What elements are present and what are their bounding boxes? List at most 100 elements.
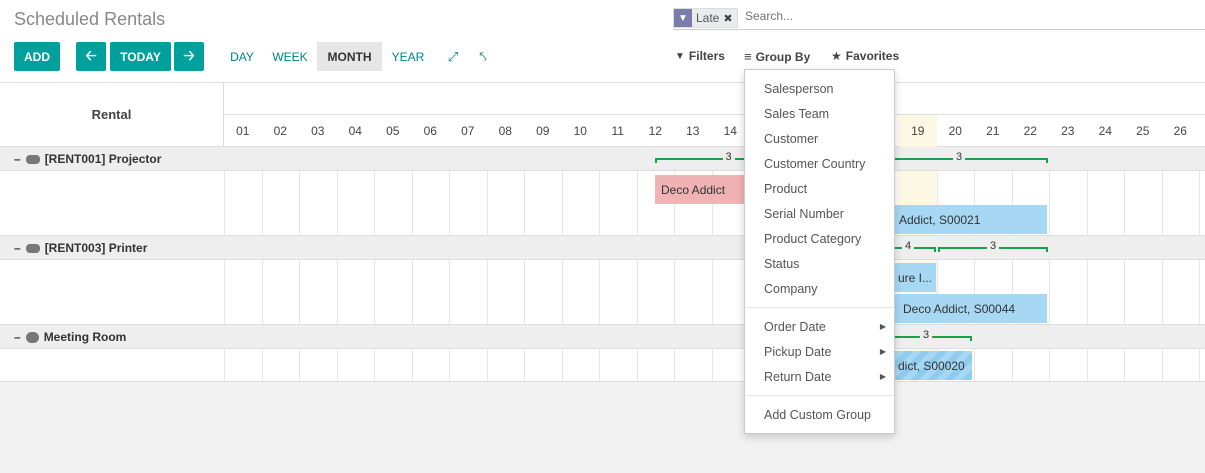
scale-year[interactable]: YEAR (386, 42, 430, 71)
search-bar[interactable]: ▼ Late ✖ (673, 6, 1205, 30)
grid-line (561, 349, 563, 381)
group-by-option[interactable]: Salesperson (745, 76, 894, 101)
arrow-right-icon: 🡢 (183, 46, 195, 63)
group-label: – [RENT003] Printer (14, 241, 147, 255)
projector-icon (25, 154, 40, 164)
group-by-option[interactable]: Customer (745, 126, 894, 151)
group-label: – [RENT001] Projector (14, 152, 161, 166)
group-by-option[interactable]: Customer Country (745, 151, 894, 176)
search-facet-late[interactable]: ▼ Late ✖ (673, 8, 738, 28)
group-by-date-option[interactable]: Pickup Date ▶ (745, 339, 894, 364)
grid-line (224, 171, 225, 235)
grid-line (711, 349, 713, 381)
group-by-option[interactable]: Serial Number (745, 201, 894, 226)
filters-label: Filters (688, 49, 725, 63)
grid-line (336, 171, 338, 235)
menu-divider (745, 307, 894, 308)
group-by-dropdown: Salesperson Sales Team Customer Customer Co… (744, 69, 895, 434)
grid-line (449, 349, 450, 381)
grid-line (261, 171, 263, 235)
rental-pill[interactable]: Addict, S00021 (880, 205, 1047, 234)
grid-line (1199, 171, 1200, 235)
grid-line (524, 349, 525, 381)
scale-day[interactable]: DAY (222, 42, 262, 71)
grid-line (299, 171, 300, 235)
search-input[interactable] (745, 9, 1185, 23)
group-row-meeting-room[interactable]: – Meeting Room 3 (0, 325, 1205, 349)
day-header-cell: 09 (536, 124, 550, 138)
day-header-cell: 26 (1173, 124, 1187, 138)
option-label: Pickup Date (764, 344, 832, 359)
grid-line (261, 260, 263, 324)
group-by-button[interactable]: ≡ Group By (744, 49, 810, 64)
option-label: Return Date (764, 369, 832, 384)
scale-month[interactable]: MONTH (317, 42, 382, 71)
rental-pill[interactable]: Deco Addict (655, 175, 745, 204)
grid-line (336, 260, 338, 324)
caret-right-icon: ▶ (879, 372, 886, 381)
group-by-option[interactable]: Product Category (745, 226, 894, 251)
next-button[interactable]: 🡢 (174, 42, 204, 71)
grid-line (1161, 171, 1163, 235)
grid-line (524, 260, 525, 324)
favorites-button[interactable]: ★ Favorites (831, 49, 899, 63)
filters-button[interactable]: ▼ Filters (675, 49, 725, 63)
grid-line (374, 349, 375, 381)
add-custom-group-button[interactable]: Add Custom Group (745, 402, 894, 427)
group-label: – Meeting Room (14, 330, 126, 344)
group-by-option[interactable]: Product (745, 176, 894, 201)
today-button[interactable]: TODAY (110, 42, 171, 71)
group-by-option[interactable]: Status (745, 251, 894, 276)
scale-week[interactable]: WEEK (266, 42, 314, 71)
group-by-option[interactable]: Sales Team (745, 101, 894, 126)
grid-line (599, 171, 600, 235)
gantt-view: Rental 010203040506070809101112131415161… (0, 82, 1205, 382)
grid-line (486, 349, 488, 381)
expand-rows-icon[interactable]: ⤢ (442, 42, 464, 71)
aggregate-bar: 3 (870, 151, 1048, 170)
group-row-printer[interactable]: – [RENT003] Printer 4 3 (0, 236, 1205, 260)
group-by-label: Group By (755, 49, 811, 64)
facet-label: Late (696, 11, 720, 25)
rental-column-header: Rental (0, 83, 224, 147)
grid-line (1124, 260, 1125, 324)
grid-line (224, 349, 225, 381)
grid-line (1124, 349, 1125, 381)
group-row-projector[interactable]: – [RENT001] Projector 3 3 (0, 147, 1205, 171)
day-header-cell: 22 (1023, 124, 1037, 138)
grid-line (1011, 349, 1013, 381)
group-by-date-option[interactable]: Order Date ▶ (745, 314, 894, 339)
previous-button[interactable]: 🡠 (76, 42, 106, 71)
aggregate-count: 3 (986, 240, 1000, 252)
remove-facet-icon[interactable]: ✖ (723, 12, 736, 25)
day-header-cell: 01 (236, 124, 250, 138)
grid-line (1086, 349, 1088, 381)
gantt-row: ure I... Deco Addict, S00044 (0, 260, 1205, 325)
collapse-rows-icon[interactable]: ⤣ (472, 42, 494, 71)
grid-line (1049, 349, 1050, 381)
day-header-cell: 24 (1098, 124, 1112, 138)
collapse-icon: – (14, 330, 21, 344)
option-label: Order Date (764, 319, 826, 334)
printer-icon (25, 243, 40, 253)
grid-line (261, 349, 263, 381)
meeting-room-icon (25, 331, 39, 343)
bars-icon: ≡ (744, 49, 752, 64)
day-header-cell: 13 (686, 124, 700, 138)
add-button[interactable]: ADD (14, 42, 60, 71)
aggregate-count: 3 (952, 151, 966, 163)
grid-line (1199, 260, 1200, 324)
filter-icon: ▼ (675, 50, 685, 62)
control-panel: Scheduled Rentals ▼ Late ✖ ADD 🡠 TODAY 🡢… (0, 0, 1205, 82)
day-header-cell: 05 (386, 124, 400, 138)
gantt-row: dict, S00020 (0, 349, 1205, 382)
group-by-option[interactable]: Company (745, 276, 894, 301)
star-icon: ★ (831, 49, 842, 63)
group-by-date-option[interactable]: Return Date ▶ (745, 364, 894, 389)
gantt-row: Deco Addict Addict, S00021 (0, 171, 1205, 236)
grid-line (374, 260, 375, 324)
rental-pill[interactable]: Deco Addict, S00044 (880, 294, 1047, 323)
aggregate-count: 3 (919, 329, 933, 341)
day-header-cell: 04 (348, 124, 362, 138)
grid-line (561, 171, 563, 235)
